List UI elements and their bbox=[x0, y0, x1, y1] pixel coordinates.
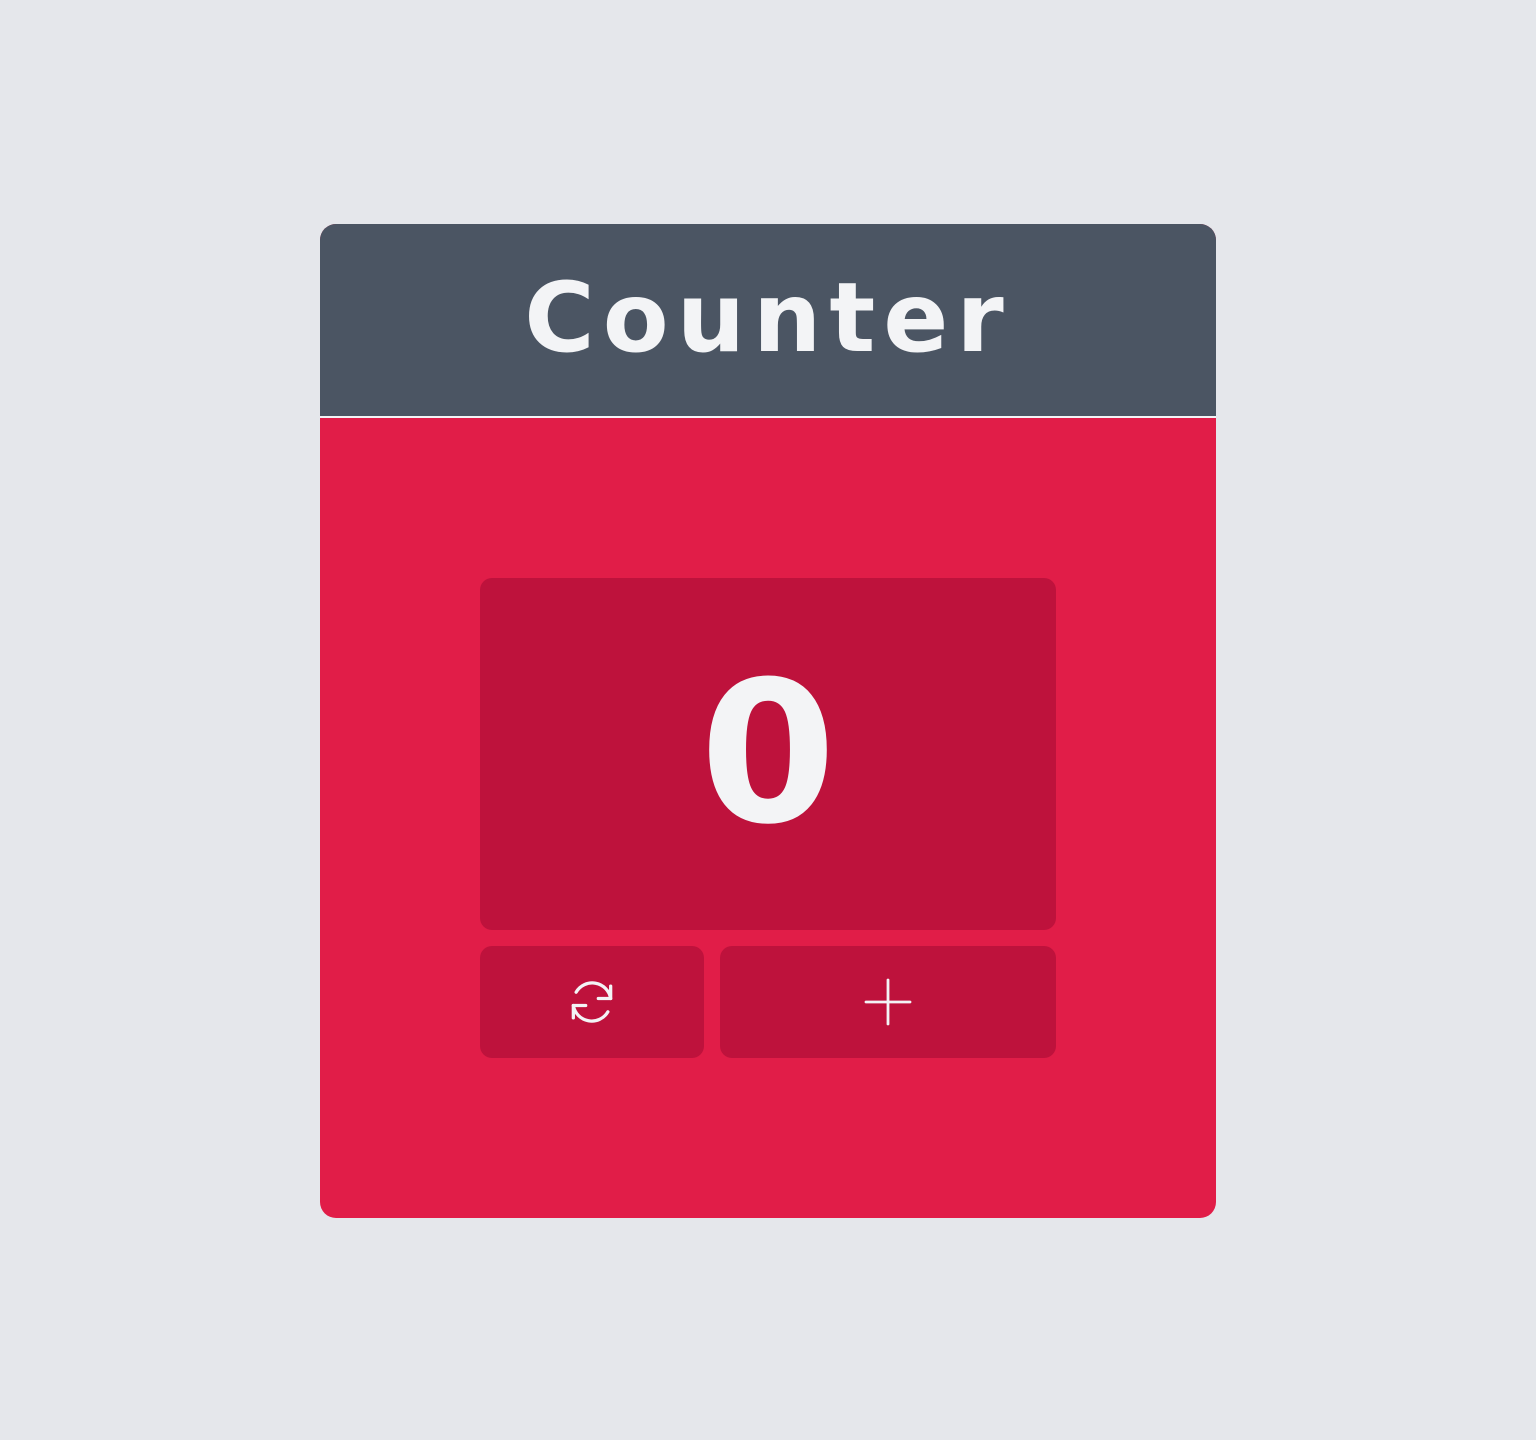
increment-button[interactable] bbox=[720, 946, 1056, 1058]
plus-icon bbox=[864, 978, 912, 1026]
counter-card: Counter 0 bbox=[320, 224, 1216, 1218]
card-header: Counter bbox=[320, 224, 1216, 416]
count-display: 0 bbox=[480, 578, 1056, 930]
card-title: Counter bbox=[524, 262, 1012, 374]
count-value: 0 bbox=[699, 640, 837, 868]
reset-button[interactable] bbox=[480, 946, 704, 1058]
header-divider bbox=[320, 416, 1216, 418]
refresh-icon bbox=[564, 974, 620, 1030]
